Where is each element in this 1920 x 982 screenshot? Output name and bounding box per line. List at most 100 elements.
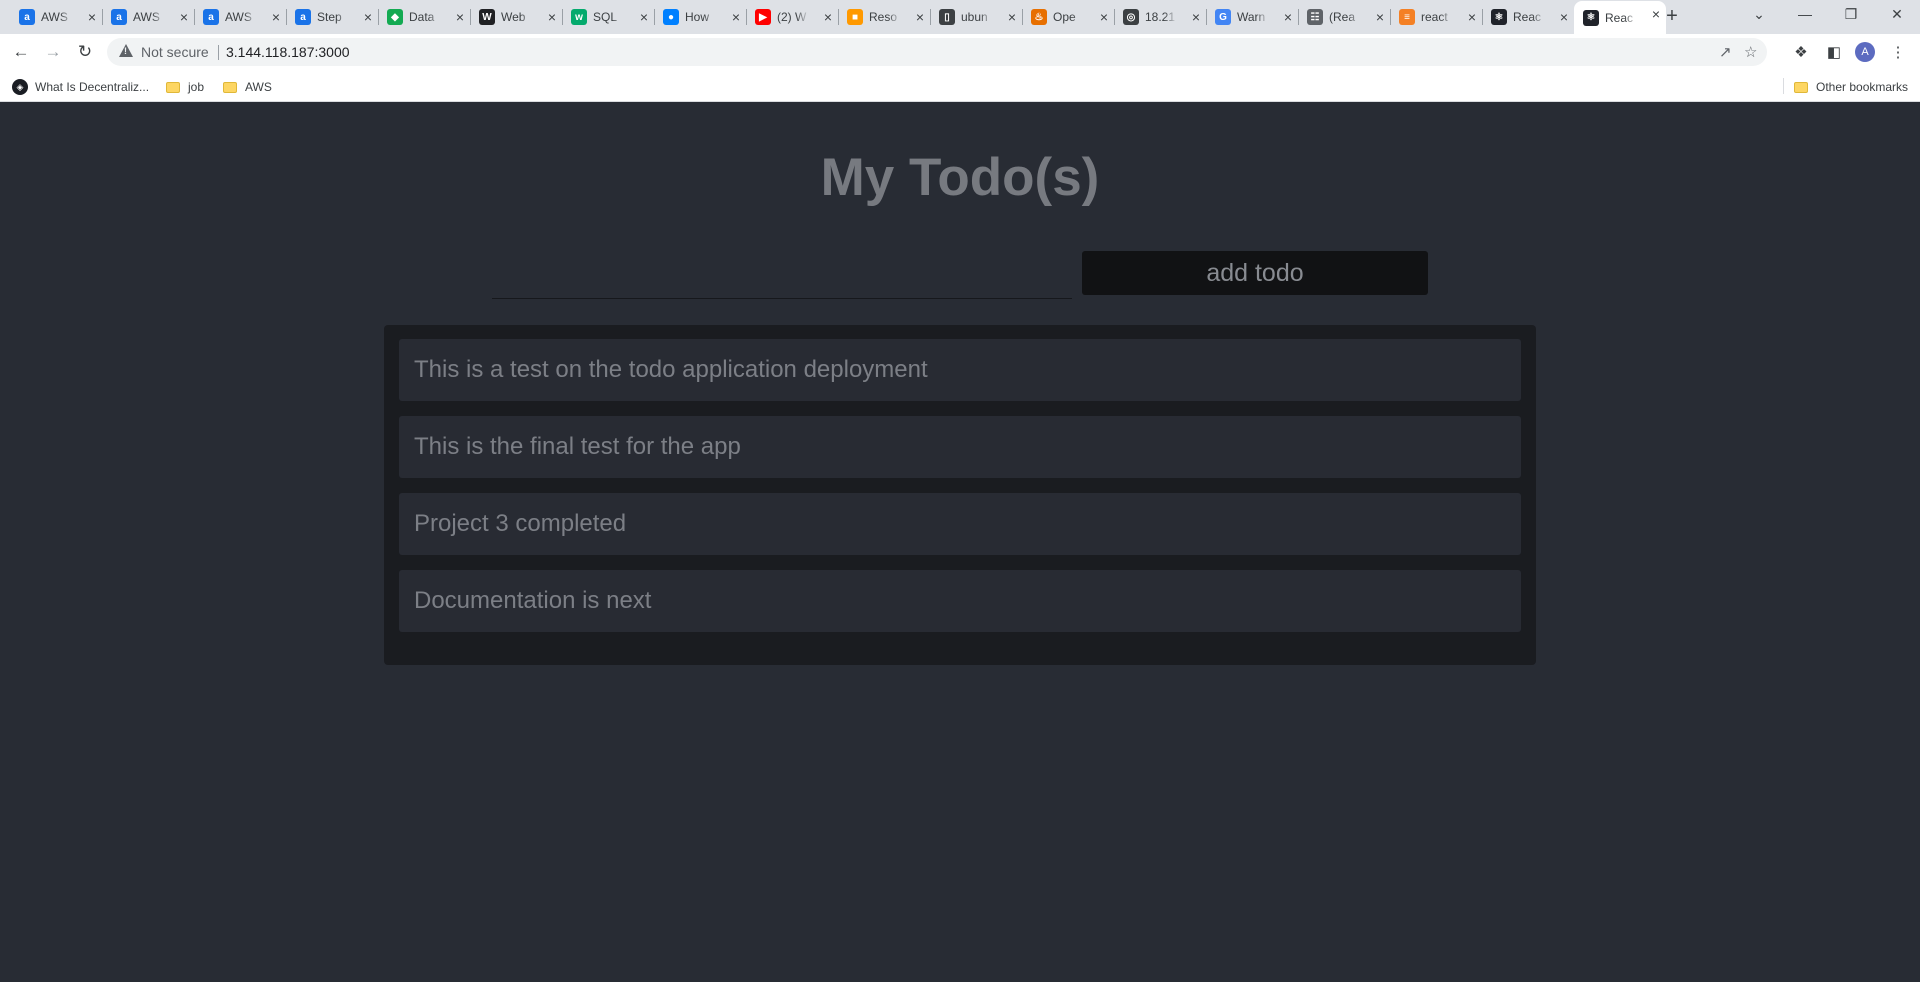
close-icon[interactable]: ×	[456, 9, 464, 25]
avatar[interactable]: A	[1855, 42, 1875, 62]
folder-icon	[1794, 81, 1808, 93]
restore-button[interactable]: ❐	[1828, 0, 1874, 30]
tab-title: AWS	[225, 10, 252, 24]
warning-icon[interactable]	[119, 44, 133, 57]
document-icon: ▯	[939, 9, 955, 25]
tab-7[interactable]: ● How ×	[654, 4, 747, 30]
bookmark-aws-folder[interactable]: AWS	[223, 78, 272, 96]
tab-3[interactable]: a Step ×	[286, 4, 379, 30]
close-icon[interactable]: ×	[916, 9, 924, 25]
url-text[interactable]: 3.144.118.187:3000	[226, 44, 350, 60]
aws-icon: a	[19, 9, 35, 25]
close-icon[interactable]: ×	[732, 9, 740, 25]
other-bookmarks[interactable]: Other bookmarks	[1794, 78, 1908, 96]
close-icon[interactable]: ×	[1468, 9, 1476, 25]
reload-button[interactable]: ↻	[73, 40, 97, 64]
tab-title: Reac	[1605, 10, 1634, 25]
tab-title: Data	[409, 10, 435, 24]
side-panel-icon[interactable]: ◧	[1823, 41, 1845, 63]
tab-10[interactable]: ▯ ubun ×	[930, 4, 1023, 30]
react-icon: ⚛	[1491, 9, 1507, 25]
close-icon[interactable]: ×	[640, 9, 648, 25]
close-icon[interactable]: ×	[1652, 6, 1660, 22]
todo-item[interactable]: This is a test on the todo application d…	[399, 339, 1521, 401]
tab-title: Web	[501, 10, 526, 24]
share-icon[interactable]: ↗	[1719, 43, 1732, 61]
aws-box-icon: ■	[847, 9, 863, 25]
bookmark-decentralization[interactable]: ◈ What Is Decentraliz...	[12, 78, 149, 96]
tab-title: SQL	[593, 10, 618, 24]
folder-icon	[166, 81, 180, 93]
wikipedia-icon: W	[479, 9, 495, 25]
add-todo-button[interactable]: add todo	[1082, 251, 1428, 295]
tab-17[interactable]: ⚛ Reac ×	[1574, 1, 1666, 34]
star-icon[interactable]: ☆	[1744, 43, 1757, 61]
close-icon[interactable]: ×	[1376, 9, 1384, 25]
tab-title: How	[685, 10, 710, 24]
tab-15[interactable]: ≡ react ×	[1390, 4, 1483, 30]
aws-icon: a	[111, 9, 127, 25]
minimize-button[interactable]: —	[1782, 0, 1828, 30]
todo-list: This is a test on the todo application d…	[384, 325, 1536, 665]
tab-search-icon[interactable]: ⌄	[1736, 0, 1782, 30]
tab-title: AWS	[133, 10, 160, 24]
divider	[218, 45, 219, 60]
tab-title: react	[1421, 10, 1448, 24]
tab-0[interactable]: a AWS ×	[10, 4, 103, 30]
back-button[interactable]: ←	[9, 40, 33, 64]
tab-13[interactable]: G Warn ×	[1206, 4, 1299, 30]
extensions-icon[interactable]: ❖	[1790, 41, 1812, 63]
tab-12[interactable]: ◎ 18.21 ×	[1114, 4, 1207, 30]
close-icon[interactable]: ×	[272, 9, 280, 25]
tab-4[interactable]: ◆ Data ×	[378, 4, 471, 30]
tab-16[interactable]: ⚛ Reac ×	[1482, 4, 1574, 30]
todo-app: My Todo(s) add todo This is a test on th…	[0, 103, 1920, 982]
close-icon[interactable]: ×	[1560, 9, 1568, 25]
close-icon[interactable]: ×	[364, 9, 372, 25]
tab-1[interactable]: a AWS ×	[102, 4, 195, 30]
tab-6[interactable]: w SQL ×	[562, 4, 655, 30]
close-window-button[interactable]: ✕	[1874, 0, 1920, 30]
google-icon: G	[1215, 9, 1231, 25]
tab-title: Reso	[869, 10, 898, 24]
close-icon[interactable]: ×	[180, 9, 188, 25]
new-tab-button[interactable]: +	[1660, 5, 1684, 29]
bookmarks-bar: ◈ What Is Decentraliz... job AWS Other b…	[0, 70, 1920, 102]
security-label[interactable]: Not secure	[141, 44, 209, 60]
tab-title: Warn	[1237, 10, 1266, 24]
close-icon[interactable]: ×	[1008, 9, 1016, 25]
tab-strip: a AWS × a AWS × a AWS × a Step × ◆ Data × W Web × w SQL × ● Ho…	[0, 0, 1920, 34]
close-icon[interactable]: ×	[88, 9, 96, 25]
todo-input[interactable]	[492, 261, 1072, 299]
tab-14[interactable]: ☷ (Rea ×	[1298, 4, 1391, 30]
close-icon[interactable]: ×	[1192, 9, 1200, 25]
tab-title: (2) W	[777, 10, 807, 24]
close-icon[interactable]: ×	[1100, 9, 1108, 25]
close-icon[interactable]: ×	[548, 9, 556, 25]
bookmark-job-folder[interactable]: job	[166, 78, 204, 96]
address-bar[interactable]: Not secure 3.144.118.187:3000 ↗ ☆	[107, 38, 1767, 66]
divider	[1783, 78, 1784, 94]
youtube-icon: ▶	[755, 9, 771, 25]
bookmark-label: What Is Decentraliz...	[35, 80, 150, 94]
todo-item[interactable]: Documentation is next	[399, 570, 1521, 632]
mongodb-icon: ◆	[387, 9, 403, 25]
menu-icon[interactable]: ⋮	[1887, 41, 1909, 63]
tab-title: 18.21	[1145, 10, 1176, 24]
tab-5[interactable]: W Web ×	[470, 4, 563, 30]
forward-button[interactable]: →	[41, 40, 65, 64]
w3schools-icon: w	[571, 9, 587, 25]
tab-9[interactable]: ■ Reso ×	[838, 4, 931, 30]
react-icon: ⚛	[1583, 9, 1599, 26]
tab-8[interactable]: ▶ (2) W ×	[746, 4, 839, 30]
close-icon[interactable]: ×	[1284, 9, 1292, 25]
tab-title: AWS	[41, 10, 68, 24]
stackoverflow-icon: ≡	[1399, 9, 1415, 25]
tab-2[interactable]: a AWS ×	[194, 4, 287, 30]
close-icon[interactable]: ×	[824, 9, 832, 25]
todo-item[interactable]: This is the final test for the app	[399, 416, 1521, 478]
browser-toolbar: ← → ↻ Not secure 3.144.118.187:3000 ↗ ☆ …	[0, 34, 1920, 70]
bookmark-label: job	[188, 80, 205, 94]
todo-item[interactable]: Project 3 completed	[399, 493, 1521, 555]
tab-11[interactable]: ♨ Ope ×	[1022, 4, 1115, 30]
